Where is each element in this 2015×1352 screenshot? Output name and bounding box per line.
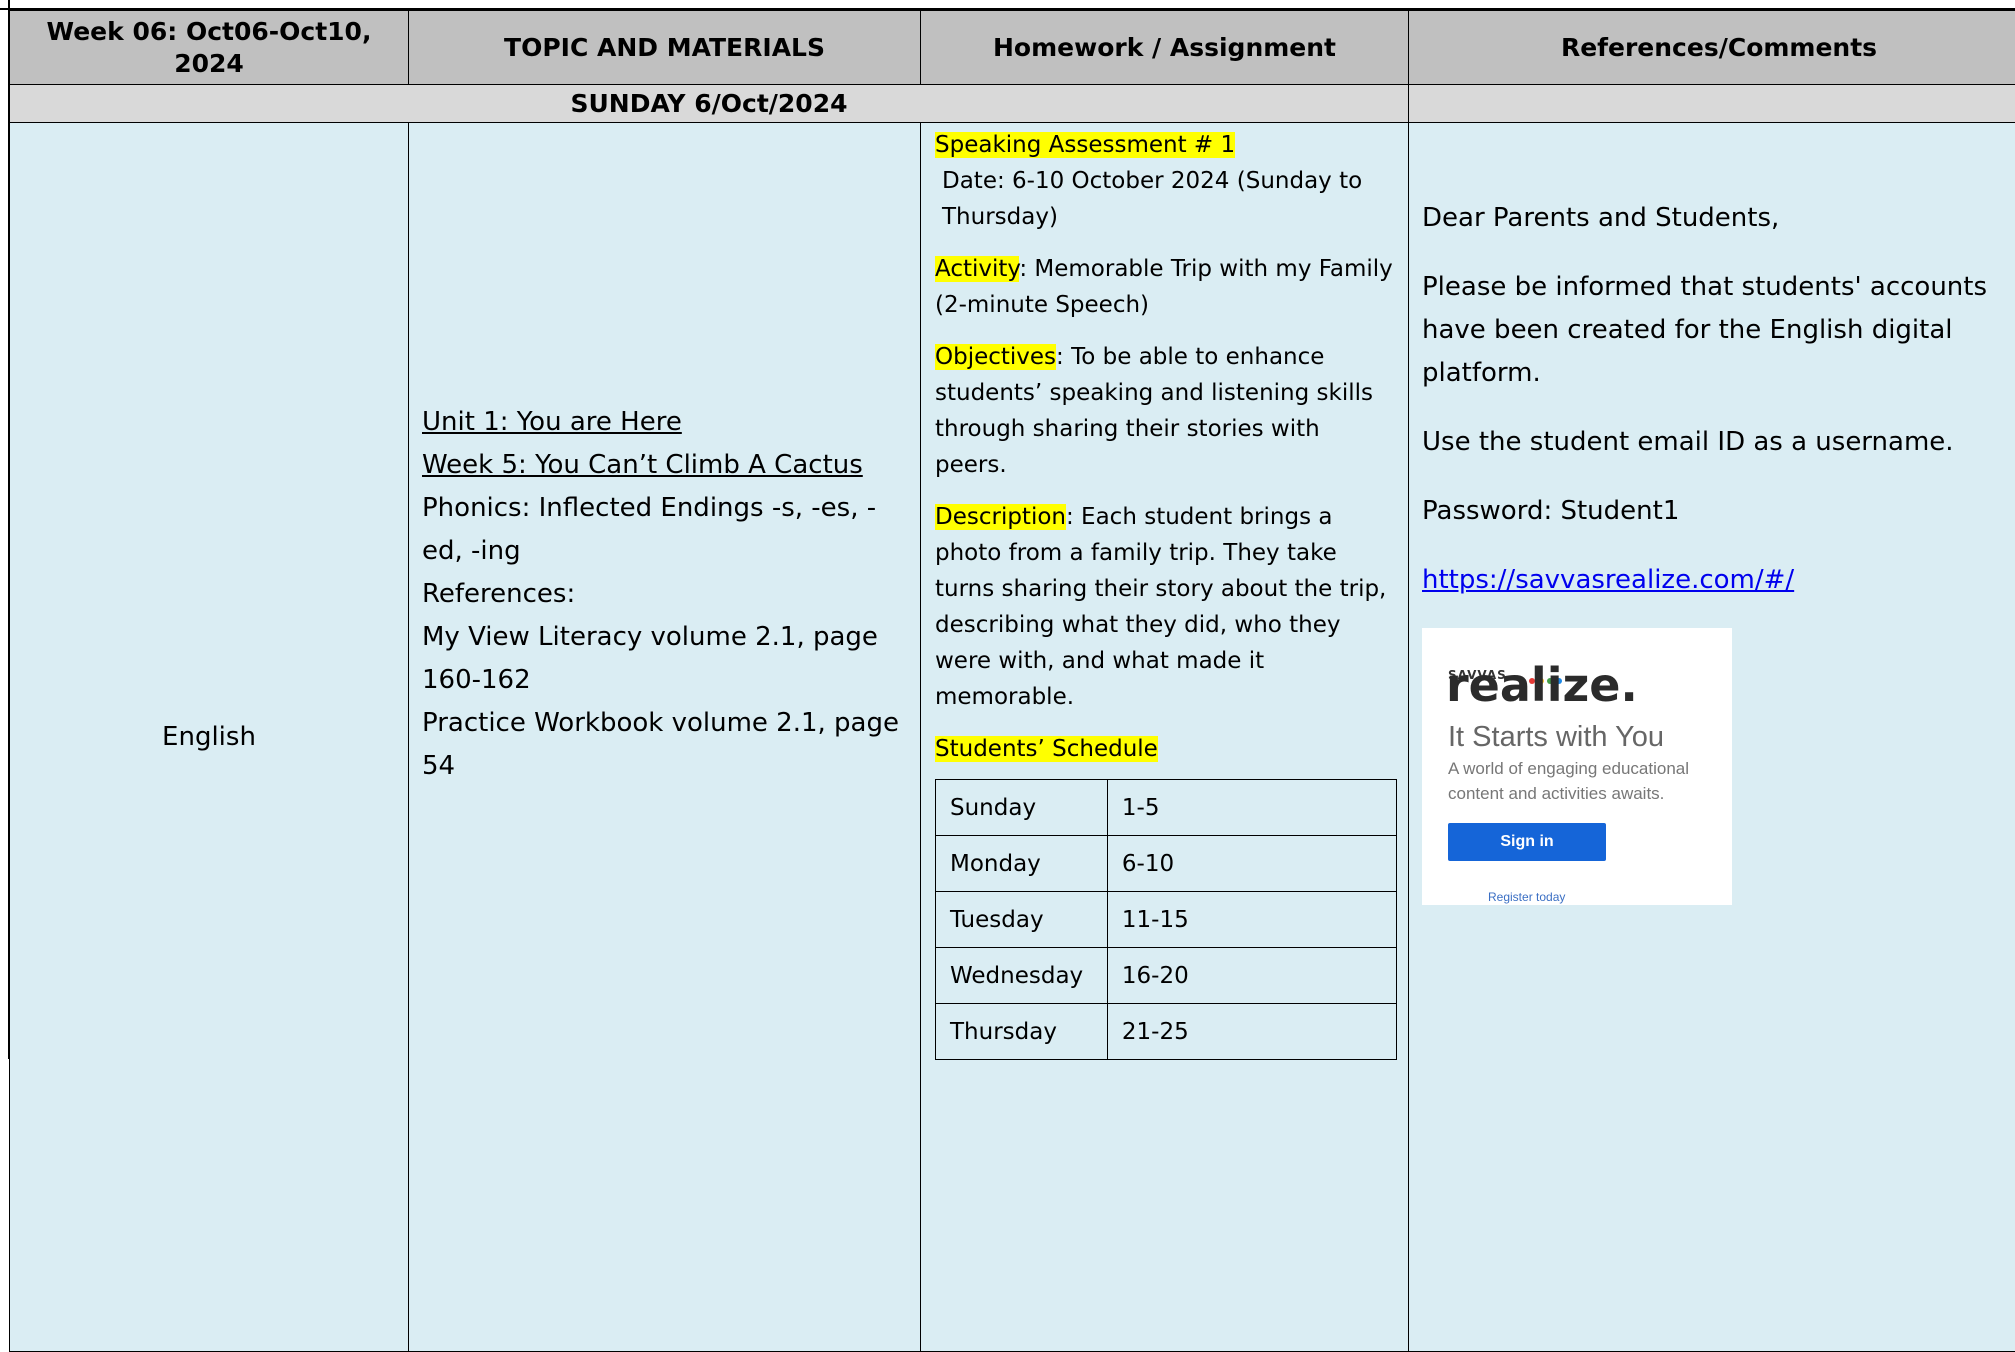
assessment-date: Date: 6-10 October 2024 (Sunday to Thurs…	[935, 163, 1398, 235]
schedule-row: Monday6-10	[936, 836, 1397, 892]
username-text: Use the student email ID as a username.	[1422, 421, 2015, 464]
schedule-row: Wednesday16-20	[936, 948, 1397, 1004]
schedule-day: Monday	[936, 836, 1108, 892]
schedule-label: Students’ Schedule	[935, 736, 1158, 762]
objectives-paragraph: Objectives: To be able to enhance studen…	[935, 339, 1398, 483]
day-row: SUNDAY 6/Oct/2024	[10, 85, 2015, 123]
description-label: Description	[935, 504, 1066, 530]
schedule-row: Tuesday11-15	[936, 892, 1397, 948]
reference-1: My View Literacy volume 2.1, page 160-16…	[422, 616, 910, 702]
schedule-range: 11-15	[1107, 892, 1396, 948]
week-header: Week 06: Oct06-Oct10, 2024	[10, 11, 409, 85]
assessment-title-highlight: Speaking Assessment # 1	[935, 132, 1235, 158]
schedule-day: Tuesday	[936, 892, 1108, 948]
sign-in-button: Sign in	[1448, 823, 1606, 861]
schedule-day: Sunday	[936, 780, 1108, 836]
subtitle-text: A world of engaging educational content …	[1448, 756, 1728, 806]
reference-2: Practice Workbook volume 2.1, page 54	[422, 702, 910, 788]
description-text: : Each student brings a photo from a fam…	[935, 504, 1386, 710]
platform-link[interactable]: https://savvasrealize.com/#/	[1422, 565, 1794, 595]
header-row: Week 06: Oct06-Oct10, 2024 TOPIC AND MAT…	[10, 11, 2015, 85]
schedule-range: 1-5	[1107, 780, 1396, 836]
activity-label: Activity	[935, 256, 1019, 282]
topic-header: TOPIC AND MATERIALS	[409, 11, 921, 85]
page-top-border	[0, 0, 2015, 10]
homework-cell: Speaking Assessment # 1 Date: 6-10 Octob…	[921, 123, 1409, 1352]
schedule-day: Wednesday	[936, 948, 1108, 1004]
objectives-label: Objectives	[935, 344, 1056, 370]
assessment-title: Speaking Assessment # 1	[935, 127, 1398, 163]
subject-row: English Unit 1: You are Here Week 5: You…	[10, 123, 2015, 1352]
register-link: Register today	[1488, 876, 1565, 919]
schedule-table: Sunday1-5 Monday6-10 Tuesday11-15 Wednes…	[935, 779, 1397, 1060]
subject-cell: English	[10, 123, 409, 1352]
topic-cell: Unit 1: You are Here Week 5: You Can’t C…	[409, 123, 921, 1352]
references-header: References/Comments	[1409, 11, 2015, 85]
link-paragraph: https://savvasrealize.com/#/	[1422, 559, 2015, 602]
schedule-row: Thursday21-25	[936, 1004, 1397, 1060]
references-label: References:	[422, 573, 910, 616]
week-title: Week 5: You Can’t Climb A Cactus	[422, 444, 910, 487]
password-text: Password: Student1	[1422, 490, 2015, 533]
schedule-label-line: Students’ Schedule	[935, 731, 1398, 767]
unit-title: Unit 1: You are Here	[422, 401, 910, 444]
tagline-text: It Starts with You	[1448, 716, 1664, 759]
comments-cell: Dear Parents and Students, Please be inf…	[1409, 123, 2015, 1352]
homework-header: Homework / Assignment	[921, 11, 1409, 85]
description-paragraph: Description: Each student brings a photo…	[935, 499, 1398, 715]
greeting-text: Dear Parents and Students,	[1422, 197, 2015, 240]
schedule-day: Thursday	[936, 1004, 1108, 1060]
schedule-row: Sunday1-5	[936, 780, 1397, 836]
day-label: SUNDAY 6/Oct/2024	[10, 85, 1409, 123]
day-empty-cell	[1409, 85, 2015, 123]
schedule-range: 6-10	[1107, 836, 1396, 892]
activity-paragraph: Activity: Memorable Trip with my Family …	[935, 251, 1398, 323]
weekly-plan-table: Week 06: Oct06-Oct10, 2024 TOPIC AND MAT…	[9, 10, 2015, 1352]
savvas-realize-image: SAVVAS realize. It Starts with You A wor…	[1422, 628, 1732, 905]
schedule-range: 21-25	[1107, 1004, 1396, 1060]
phonics-text: Phonics: Inflected Endings -s, -es, -ed,…	[422, 487, 910, 573]
document-page: Week 06: Oct06-Oct10, 2024 TOPIC AND MAT…	[0, 0, 2015, 1059]
schedule-range: 16-20	[1107, 948, 1396, 1004]
info-text: Please be informed that students' accoun…	[1422, 266, 2015, 395]
brand-logo-text: realize.	[1446, 664, 1638, 707]
